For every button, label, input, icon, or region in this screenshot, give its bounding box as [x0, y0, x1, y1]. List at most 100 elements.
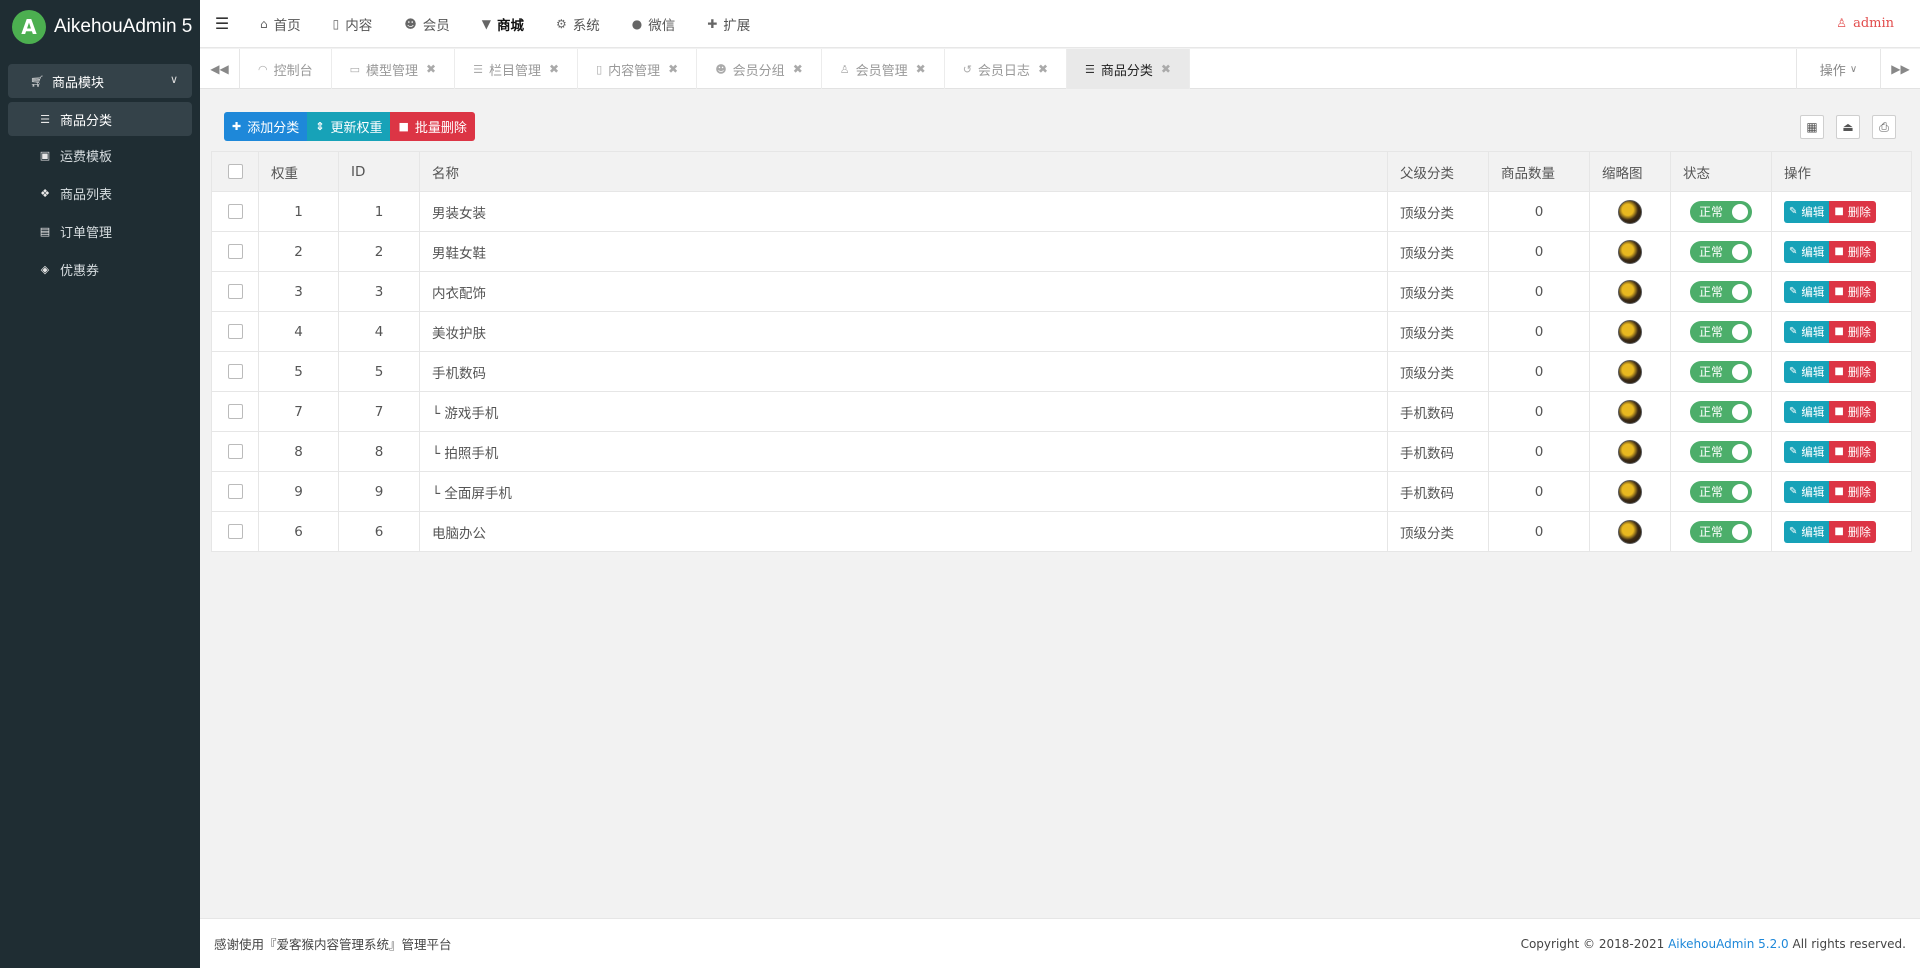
column-header-count[interactable]: 商品数量	[1488, 151, 1590, 192]
sidebar-item-shipping[interactable]: ▣ 运费模板	[8, 136, 192, 174]
weight-cell[interactable]: 8	[258, 431, 339, 472]
logo[interactable]: A AikehouAdmin 5	[0, 0, 200, 54]
close-icon[interactable]: ✖	[1038, 62, 1048, 76]
edit-button[interactable]: ✎ 编辑	[1784, 280, 1830, 303]
weight-cell[interactable]: 1	[258, 191, 339, 232]
topnav-home[interactable]: ⌂ 首页	[244, 0, 317, 48]
thumbnail-image[interactable]	[1618, 479, 1642, 504]
delete-button[interactable]: ■ 删除	[1829, 440, 1876, 463]
copyright-link[interactable]: AikehouAdmin 5.2.0	[1668, 937, 1789, 951]
row-checkbox[interactable]	[227, 484, 243, 499]
row-checkbox[interactable]	[227, 364, 243, 379]
sidebar-group-goods[interactable]: 🛒︎ 商品模块 ∨	[8, 64, 192, 98]
thumbnail-image[interactable]	[1618, 439, 1642, 464]
column-header-parent[interactable]: 父级分类	[1387, 151, 1489, 192]
column-header-name[interactable]: 名称	[419, 151, 1388, 192]
row-checkbox[interactable]	[227, 204, 243, 219]
tab-member-log[interactable]: ↺ 会员日志 ✖	[945, 49, 1067, 89]
tab-model[interactable]: ▭ 模型管理 ✖	[332, 49, 456, 89]
row-checkbox[interactable]	[227, 284, 243, 299]
status-toggle[interactable]: 正常	[1690, 440, 1752, 463]
thumbnail-image[interactable]	[1618, 239, 1642, 264]
tab-operations-dropdown[interactable]: 操作 ∨	[1796, 49, 1880, 89]
sidebar-item-products[interactable]: ❖ 商品列表	[8, 174, 192, 212]
thumbnail-image[interactable]	[1618, 519, 1642, 544]
edit-button[interactable]: ✎ 编辑	[1784, 320, 1830, 343]
delete-button[interactable]: ■ 删除	[1829, 360, 1876, 383]
topnav-system[interactable]: ⚙ 系统	[540, 0, 616, 48]
thumbnail-image[interactable]	[1618, 279, 1642, 304]
close-icon[interactable]: ✖	[426, 62, 436, 76]
weight-cell[interactable]: 3	[258, 271, 339, 312]
close-icon[interactable]: ✖	[1161, 62, 1171, 76]
delete-button[interactable]: ■ 删除	[1829, 280, 1876, 303]
edit-button[interactable]: ✎ 编辑	[1784, 440, 1830, 463]
update-weight-button[interactable]: ⇕ 更新权重	[307, 112, 391, 141]
weight-cell[interactable]: 7	[258, 391, 339, 432]
tab-content[interactable]: ▯ 内容管理 ✖	[578, 49, 698, 89]
column-header-id[interactable]: ID	[338, 151, 420, 192]
edit-button[interactable]: ✎ 编辑	[1784, 400, 1830, 423]
delete-button[interactable]: ■ 删除	[1829, 400, 1876, 423]
status-toggle[interactable]: 正常	[1690, 480, 1752, 503]
edit-button[interactable]: ✎ 编辑	[1784, 240, 1830, 263]
close-icon[interactable]: ✖	[793, 62, 803, 76]
weight-cell[interactable]: 6	[258, 511, 339, 552]
row-checkbox[interactable]	[227, 244, 243, 259]
column-header-weight[interactable]: 权重	[258, 151, 339, 192]
topnav-mall[interactable]: ▼ 商城	[466, 0, 540, 48]
thumbnail-image[interactable]	[1618, 319, 1642, 344]
status-toggle[interactable]: 正常	[1690, 400, 1752, 423]
row-checkbox[interactable]	[227, 324, 243, 339]
topnav-extend[interactable]: ✚ 扩展	[691, 0, 766, 48]
status-toggle[interactable]: 正常	[1690, 240, 1752, 263]
edit-button[interactable]: ✎ 编辑	[1784, 360, 1830, 383]
delete-button[interactable]: ■ 删除	[1829, 480, 1876, 503]
delete-button[interactable]: ■ 删除	[1829, 240, 1876, 263]
tab-column[interactable]: ☰ 栏目管理 ✖	[455, 49, 579, 89]
status-toggle[interactable]: 正常	[1690, 520, 1752, 543]
sidebar-item-orders[interactable]: ▤ 订单管理	[8, 212, 192, 250]
weight-cell[interactable]: 9	[258, 471, 339, 512]
print-icon[interactable]: ⎙	[1872, 115, 1896, 139]
edit-button[interactable]: ✎ 编辑	[1784, 480, 1830, 503]
close-icon[interactable]: ✖	[668, 62, 678, 76]
row-checkbox[interactable]	[227, 404, 243, 419]
delete-button[interactable]: ■ 删除	[1829, 520, 1876, 543]
weight-cell[interactable]: 4	[258, 311, 339, 352]
row-checkbox[interactable]	[227, 524, 243, 539]
tab-member-group[interactable]: ☻ 会员分组 ✖	[697, 49, 822, 89]
columns-icon[interactable]: ▦	[1800, 115, 1824, 139]
close-icon[interactable]: ✖	[916, 62, 926, 76]
export-icon[interactable]: ⏏	[1836, 115, 1860, 139]
thumbnail-image[interactable]	[1618, 199, 1642, 224]
status-toggle[interactable]: 正常	[1690, 360, 1752, 383]
close-icon[interactable]: ✖	[549, 62, 559, 76]
status-toggle[interactable]: 正常	[1690, 320, 1752, 343]
select-all-checkbox[interactable]	[227, 164, 243, 179]
thumbnail-image[interactable]	[1618, 399, 1642, 424]
topnav-content[interactable]: ▯ 内容	[317, 0, 389, 48]
tab-dashboard[interactable]: ◠ 控制台	[240, 49, 332, 89]
menu-toggle-icon[interactable]: ☰	[200, 14, 244, 33]
tab-member-manage[interactable]: ♙ 会员管理 ✖	[822, 49, 945, 89]
tab-goods-category[interactable]: ☰ 商品分类 ✖	[1067, 49, 1190, 89]
topnav-members[interactable]: ☻ 会员	[388, 0, 466, 48]
row-checkbox[interactable]	[227, 444, 243, 459]
edit-button[interactable]: ✎ 编辑	[1784, 200, 1830, 223]
delete-button[interactable]: ■ 删除	[1829, 200, 1876, 223]
thumbnail-image[interactable]	[1618, 359, 1642, 384]
sidebar-item-category[interactable]: ☰ 商品分类	[8, 102, 192, 136]
topnav-wechat[interactable]: ● 微信	[616, 0, 691, 48]
user-menu[interactable]: ♙ admin	[1836, 16, 1894, 31]
weight-cell[interactable]: 2	[258, 231, 339, 272]
status-toggle[interactable]: 正常	[1690, 200, 1752, 223]
add-category-button[interactable]: ✚ 添加分类	[224, 112, 308, 141]
sidebar-item-coupons[interactable]: ◈ 优惠券	[8, 250, 192, 288]
batch-delete-button[interactable]: ■ 批量删除	[390, 112, 475, 141]
tab-scroll-right-icon[interactable]: ▶▶	[1880, 49, 1920, 89]
edit-button[interactable]: ✎ 编辑	[1784, 520, 1830, 543]
status-toggle[interactable]: 正常	[1690, 280, 1752, 303]
tab-scroll-left-icon[interactable]: ◀◀	[200, 49, 240, 89]
weight-cell[interactable]: 5	[258, 351, 339, 392]
